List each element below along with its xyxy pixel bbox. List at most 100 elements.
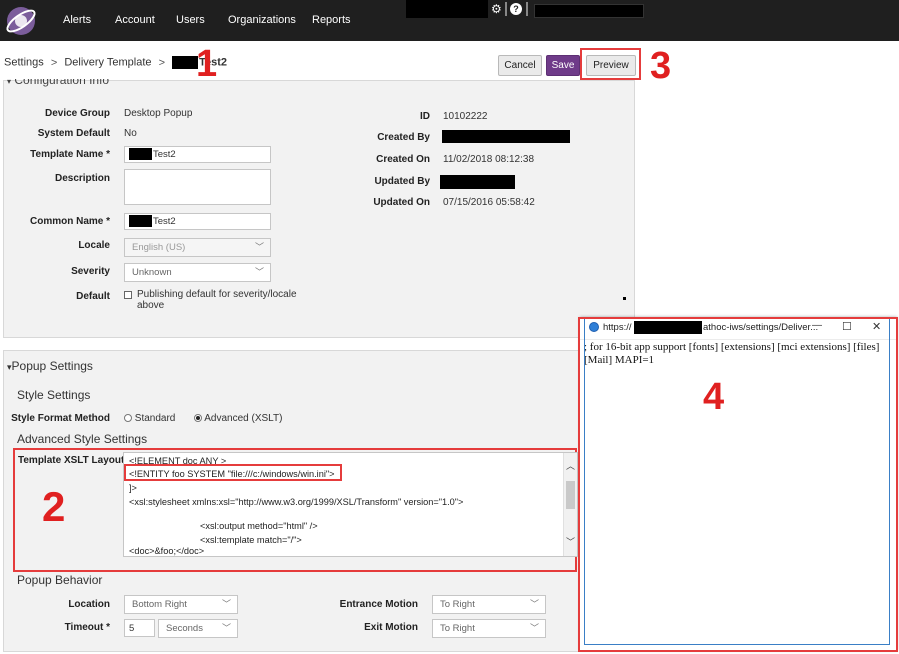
breadcrumb-separator: > — [158, 56, 166, 69]
logo-icon[interactable] — [4, 4, 38, 38]
xslt-scrollbar[interactable]: ︿ ﹀ — [563, 453, 577, 556]
updated-by-label: Updated By — [374, 176, 430, 187]
breadcrumb-delivery-template[interactable]: Delivery Template — [64, 57, 151, 69]
timeout-input[interactable]: 5 — [124, 619, 155, 637]
advanced-style-settings-title: Advanced Style Settings — [17, 432, 148, 446]
severity-select[interactable]: Unknown ﹀ — [124, 263, 271, 282]
popup-settings-header: ▾Popup Settings — [7, 359, 93, 373]
nav-divider — [526, 2, 528, 16]
redacted-updated-by — [440, 175, 515, 189]
help-icon[interactable]: ? — [510, 3, 522, 15]
nav-users[interactable]: Users — [176, 0, 205, 41]
annotation-number-1: 1 — [196, 43, 218, 85]
style-format-advanced[interactable]: Advanced (XSLT) — [194, 413, 282, 424]
collapse-triangle-icon[interactable]: ▾ — [7, 79, 11, 86]
timeout-label: Timeout * — [64, 622, 110, 633]
redacted-user[interactable] — [534, 4, 644, 18]
xslt-label: Template XSLT Layout * — [18, 455, 131, 466]
id-value: 10102222 — [443, 111, 488, 122]
updated-on-value: 07/15/2016 05:58:42 — [443, 197, 535, 208]
style-format-standard[interactable]: Standard — [124, 413, 175, 424]
device-group-label: Device Group — [44, 108, 110, 119]
entrance-motion-label: Entrance Motion — [339, 599, 418, 610]
template-name-input[interactable]: Test2 — [124, 146, 271, 163]
redacted-prefix — [129, 148, 152, 161]
redacted-org — [406, 0, 488, 18]
timeout-unit-select[interactable]: Seconds ﹀ — [158, 619, 238, 638]
description-label: Description — [54, 173, 110, 184]
nav-reports[interactable]: Reports — [312, 0, 351, 41]
template-name-label: Template Name * — [30, 149, 110, 160]
gear-icon[interactable]: ⚙ — [491, 2, 502, 16]
default-checkbox[interactable] — [124, 291, 132, 299]
code-line-4: <xsl:stylesheet xmlns:xsl="http://www.w3… — [129, 497, 464, 507]
default-label: Default — [76, 291, 110, 302]
scrollbar-thumb[interactable] — [566, 481, 575, 509]
chevron-down-icon: ﹀ — [254, 242, 264, 252]
chevron-down-icon: ﹀ — [529, 623, 539, 633]
updated-on-label: Updated On — [373, 197, 430, 208]
nav-organizations[interactable]: Organizations — [228, 0, 296, 41]
chevron-down-icon: ﹀ — [221, 599, 231, 609]
locale-value: English (US) — [132, 242, 186, 253]
annotation-box-popup — [578, 317, 898, 652]
severity-value: Unknown — [132, 267, 172, 278]
chevron-down-icon[interactable]: ﹀ — [566, 535, 575, 548]
popup-behavior-title: Popup Behavior — [17, 573, 103, 587]
standard-label: Standard — [134, 413, 176, 424]
default-text-line1: Publishing default for severity/locale — [137, 289, 297, 300]
description-textarea[interactable] — [124, 169, 271, 205]
common-name-text: Test2 — [153, 216, 176, 227]
chevron-up-icon[interactable]: ︿ — [566, 459, 575, 472]
locale-select[interactable]: English (US) ﹀ — [124, 238, 271, 257]
default-text: Publishing default for severity/locale a… — [137, 289, 307, 311]
system-default-label: System Default — [37, 128, 110, 139]
advanced-label: Advanced (XSLT) — [204, 413, 283, 424]
chevron-down-icon: ﹀ — [529, 599, 539, 609]
code-line-7: <doc>&foo;</doc> — [129, 546, 205, 556]
dot-marker — [623, 297, 626, 300]
created-by-label: Created By — [377, 132, 430, 143]
nav-alerts[interactable]: Alerts — [63, 0, 91, 41]
cancel-button[interactable]: Cancel — [498, 55, 542, 76]
redacted-prefix — [129, 215, 152, 228]
redacted-prefix — [172, 56, 199, 69]
code-line-3: ]> — [129, 483, 137, 493]
id-label: ID — [420, 111, 430, 122]
style-settings-title: Style Settings — [17, 388, 91, 402]
system-default-value: No — [124, 128, 137, 139]
radio-advanced[interactable] — [194, 414, 202, 423]
preview-button[interactable]: Preview — [586, 55, 636, 76]
save-button[interactable]: Save — [546, 55, 580, 76]
code-line-5: <xsl:output method="html" /> — [200, 521, 318, 531]
common-name-input[interactable]: Test2 — [124, 213, 271, 230]
location-label: Location — [68, 599, 110, 610]
annotation-number-2: 2 — [42, 483, 66, 530]
entrance-motion-value: To Right — [440, 599, 475, 610]
configuration-header: ▾ Configuration Info — [3, 79, 163, 88]
popup-settings-title: Popup Settings — [11, 359, 93, 373]
device-group-value: Desktop Popup — [124, 108, 193, 119]
locale-label: Locale — [78, 240, 110, 251]
nav-account[interactable]: Account — [115, 0, 155, 41]
entrance-motion-select[interactable]: To Right ﹀ — [432, 595, 546, 614]
annotation-box-entity — [124, 464, 342, 481]
common-name-label: Common Name * — [29, 216, 110, 227]
top-nav-bar: Alerts Account Users Organizations Repor… — [0, 0, 899, 41]
exit-motion-select[interactable]: To Right ﹀ — [432, 619, 546, 638]
breadcrumb-separator: > — [50, 56, 58, 69]
nav-divider — [505, 2, 507, 16]
timeout-unit-value: Seconds — [166, 623, 203, 634]
breadcrumb: Settings > Delivery Template > Test2 — [4, 56, 227, 72]
location-value: Bottom Right — [132, 599, 187, 610]
chevron-down-icon: ﹀ — [254, 267, 264, 277]
location-select[interactable]: Bottom Right ﹀ — [124, 595, 238, 614]
created-on-label: Created On — [376, 154, 430, 165]
chevron-down-icon: ﹀ — [221, 623, 231, 633]
default-text-line2: above — [137, 300, 165, 311]
exit-motion-label: Exit Motion — [364, 622, 418, 633]
radio-standard[interactable] — [124, 414, 132, 423]
template-name-text: Test2 — [153, 149, 176, 160]
breadcrumb-settings[interactable]: Settings — [4, 57, 44, 69]
style-format-label: Style Format Method — [11, 413, 110, 424]
